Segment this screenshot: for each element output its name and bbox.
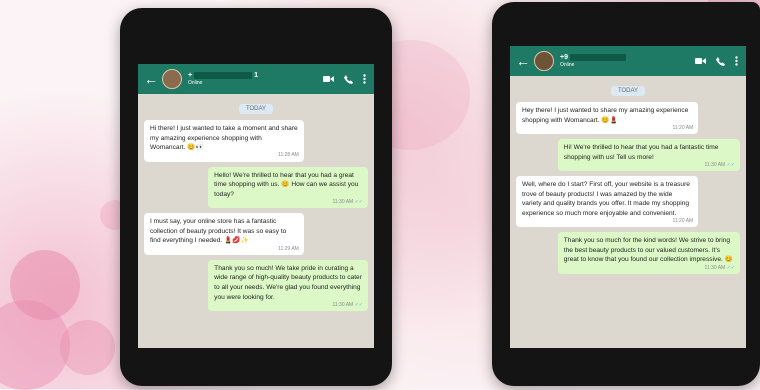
back-arrow-icon[interactable]: ←: [514, 53, 532, 69]
read-receipt-icon: ✓✓: [354, 301, 363, 308]
redacted-number: [569, 54, 626, 61]
emoji: 😊: [281, 181, 290, 189]
message-time: 11:20 AM: [672, 124, 694, 131]
message-incoming[interactable]: I must say, your online store has a fant…: [144, 213, 304, 255]
contact-info[interactable]: + 1 Online: [188, 72, 258, 86]
day-separator: TODAY: [611, 86, 645, 96]
video-call-icon[interactable]: [695, 57, 706, 65]
message-time: 11:30 AM ✓✓: [704, 161, 735, 168]
right-chat-screen: ← +9 Online TODAY Hey there! I just want…: [510, 46, 746, 348]
contact-status: Online: [188, 80, 203, 86]
avatar[interactable]: [162, 69, 182, 89]
message-incoming[interactable]: Hey there! I just wanted to share my ama…: [516, 102, 699, 135]
message-time: 11:30 AM ✓✓: [332, 199, 363, 206]
right-tablet: ← +9 Online TODAY Hey there! I just want…: [492, 2, 760, 386]
message-time: 11:30 AM ✓✓: [332, 301, 363, 308]
message-time: 11:28 AM: [278, 152, 299, 159]
left-chat-screen: ← + 1 Online TODAY Hi there! I just want…: [138, 64, 374, 348]
more-options-icon[interactable]: [735, 56, 738, 66]
chat-header: ← +9 Online: [510, 46, 746, 76]
emoji: 😊👀: [187, 144, 204, 152]
contact-status: Online: [560, 62, 575, 68]
flower-decoration: [60, 320, 115, 375]
read-receipt-icon: ✓✓: [726, 161, 735, 168]
contact-name: +9: [560, 54, 626, 61]
message-outgoing[interactable]: Hi! We're thrilled to hear that you had …: [557, 139, 740, 172]
message-incoming[interactable]: Hi there! I just wanted to take a moment…: [144, 120, 304, 162]
back-arrow-icon[interactable]: ←: [142, 71, 160, 87]
more-options-icon[interactable]: [363, 74, 366, 84]
redacted-number: [194, 72, 253, 79]
phone-call-icon[interactable]: [716, 56, 725, 66]
chat-header: ← + 1 Online: [138, 64, 374, 94]
message-list: TODAY Hey there! I just wanted to share …: [510, 76, 746, 348]
emoji: 😊💄: [601, 116, 618, 124]
message-outgoing[interactable]: Thank you so much for the kind words! We…: [557, 232, 740, 275]
read-receipt-icon: ✓✓: [726, 264, 735, 271]
left-tablet: ← + 1 Online TODAY Hi there! I just want…: [120, 8, 392, 386]
phone-call-icon[interactable]: [344, 74, 353, 84]
message-incoming[interactable]: Well, where do I start? First off, your …: [516, 176, 699, 228]
avatar[interactable]: [534, 51, 554, 71]
video-call-icon[interactable]: [323, 75, 334, 83]
message-time: 11:20 AM: [672, 218, 694, 225]
message-time: 11:29 AM: [278, 245, 299, 252]
emoji: 💄💋✨: [224, 237, 249, 245]
message-outgoing[interactable]: Hello! We're thrilled to hear that you h…: [208, 166, 368, 209]
read-receipt-icon: ✓✓: [354, 199, 363, 206]
contact-name: + 1: [188, 72, 258, 79]
message-list: TODAY Hi there! I just wanted to take a …: [138, 94, 374, 348]
message-time: 11:30 AM ✓✓: [704, 264, 735, 271]
day-separator: TODAY: [239, 104, 273, 114]
contact-info[interactable]: +9 Online: [560, 54, 626, 68]
emoji: 😊: [724, 256, 733, 264]
message-outgoing[interactable]: Thank you so much! We take pride in cura…: [208, 259, 368, 312]
